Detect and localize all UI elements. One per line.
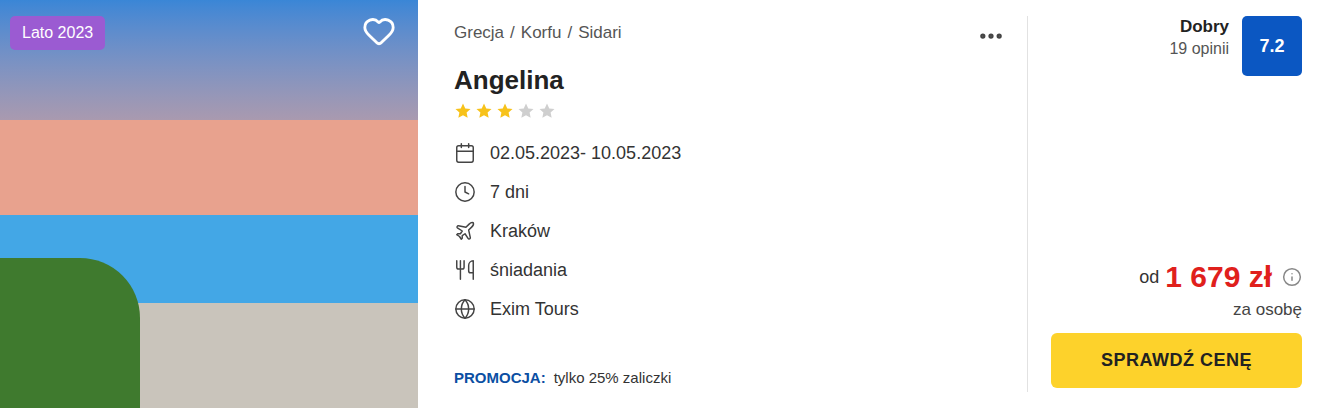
globe-icon bbox=[454, 298, 476, 320]
utensils-icon bbox=[454, 259, 476, 281]
divider bbox=[1027, 16, 1028, 392]
star-icon bbox=[538, 102, 556, 120]
rating: Dobry19 opinii7.2 bbox=[1051, 16, 1302, 76]
offer-card: Lato 2023Grecja/Korfu/SidariAngelina02.0… bbox=[0, 0, 1318, 408]
star-icon bbox=[496, 102, 514, 120]
offer-info: Grecja/Korfu/SidariAngelina02.05.2023- 1… bbox=[418, 0, 1027, 408]
rating-score: 7.2 bbox=[1242, 16, 1302, 76]
breadcrumb-separator: / bbox=[567, 22, 572, 44]
detail-row: 7 dni bbox=[454, 180, 1007, 204]
detail-row: Kraków bbox=[454, 219, 1007, 243]
breadcrumb-item[interactable]: Sidari bbox=[578, 22, 621, 44]
hotel-name[interactable]: Angelina bbox=[454, 64, 1007, 96]
star-icon bbox=[517, 102, 535, 120]
more-button[interactable] bbox=[977, 22, 1005, 50]
heart-icon bbox=[362, 14, 396, 48]
price-panel: Dobry19 opinii7.2 od1 679 złza osobę SPRAW… bbox=[1028, 0, 1318, 408]
breadcrumb: Grecja/Korfu/Sidari bbox=[454, 22, 622, 44]
breadcrumb-item[interactable]: Korfu bbox=[521, 22, 562, 44]
details-list: 02.05.2023- 10.05.2023 7 dni Kraków śniadan… bbox=[454, 141, 1007, 321]
star-icon bbox=[454, 102, 472, 120]
check-price-button[interactable]: SPRAWDŹ CENĘ bbox=[1051, 333, 1302, 388]
price: od1 679 złza osobę bbox=[1051, 259, 1302, 321]
hotel-photo[interactable]: Lato 2023 bbox=[0, 0, 418, 408]
more-icon bbox=[977, 22, 1005, 50]
breadcrumb-item[interactable]: Grecja bbox=[454, 22, 504, 44]
calendar-icon bbox=[454, 142, 476, 164]
detail-row: Exim Tours bbox=[454, 297, 1007, 321]
breadcrumb-separator: / bbox=[510, 22, 515, 44]
star-icon bbox=[475, 102, 493, 120]
detail-row: śniadania bbox=[454, 258, 1007, 282]
clock-icon bbox=[454, 181, 476, 203]
plane-icon bbox=[454, 220, 476, 242]
info-icon[interactable] bbox=[1282, 267, 1302, 287]
season-badge: Lato 2023 bbox=[10, 16, 105, 50]
favorite-button[interactable] bbox=[362, 14, 396, 48]
star-rating bbox=[454, 102, 1007, 120]
promo: PROMOCJA:tylko 25% zaliczki bbox=[454, 368, 1007, 388]
detail-row: 02.05.2023- 10.05.2023 bbox=[454, 141, 1007, 165]
